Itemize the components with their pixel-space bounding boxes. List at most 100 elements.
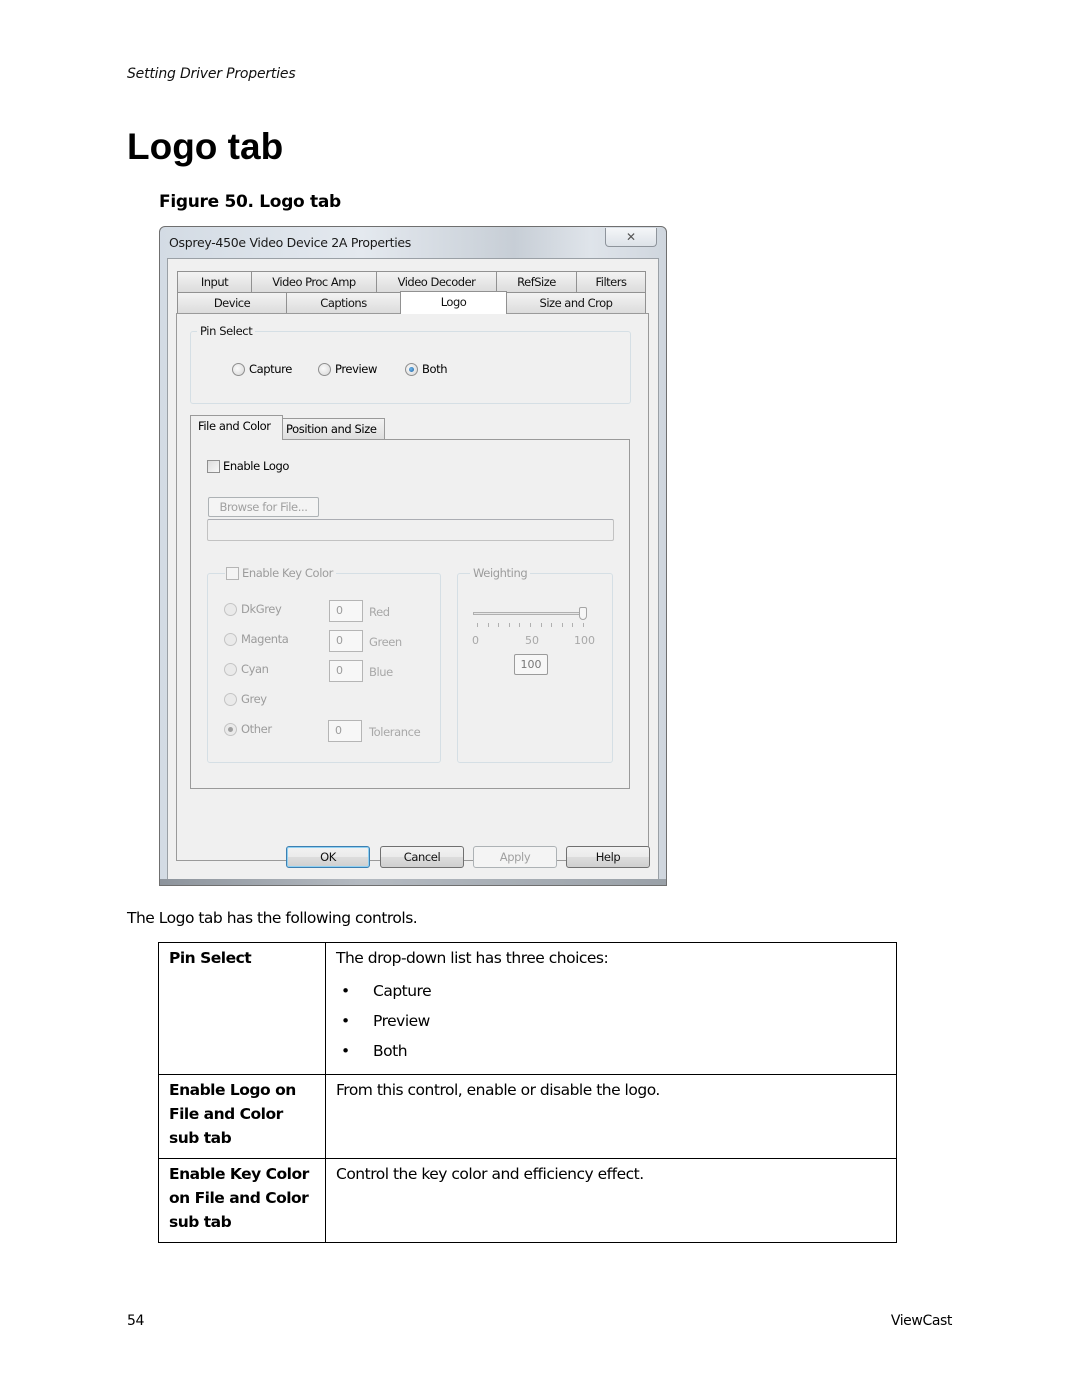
figure-caption: Figure 50. Logo tab <box>159 192 341 212</box>
weighting-min-label: 0 <box>472 634 479 647</box>
logo-file-path-field[interactable] <box>207 519 614 541</box>
table-row: Enable Logo on File and Color sub tab Fr… <box>158 1074 897 1159</box>
weighting-max-label: 100 <box>574 634 595 647</box>
radio-grey-label: Grey <box>241 692 267 706</box>
subtab-position-and-size[interactable]: Position and Size <box>281 418 385 439</box>
ok-button[interactable]: OK <box>286 846 370 868</box>
description-text: The drop-down list has three choices: <box>336 949 609 967</box>
radio-indicator <box>224 662 237 676</box>
tab-video-decoder[interactable]: Video Decoder <box>376 271 497 292</box>
radio-magenta[interactable]: Magenta <box>224 632 289 646</box>
table-row: Enable Key Color on File and Color sub t… <box>158 1158 897 1243</box>
radio-dkgrey-label: DkGrey <box>241 602 282 616</box>
red-value-field[interactable]: 0 <box>329 600 363 622</box>
weighting-value-field[interactable]: 100 <box>514 654 548 675</box>
enable-logo-checkbox[interactable]: Enable Logo <box>207 459 289 473</box>
enable-logo-label: Enable Logo <box>223 459 290 473</box>
control-term: Pin Select <box>158 942 326 1075</box>
slider-tick <box>583 623 584 627</box>
logo-tab-panel: Pin Select Capture Preview Both File and… <box>176 313 649 861</box>
radio-cyan-label: Cyan <box>241 662 269 676</box>
tab-refsize[interactable]: RefSize <box>496 271 577 292</box>
control-description: The drop-down list has three choices: Ca… <box>325 942 897 1075</box>
cancel-button[interactable]: Cancel <box>380 846 464 868</box>
slider-tick <box>551 623 553 627</box>
radio-both[interactable]: Both <box>405 362 448 376</box>
slider-tick <box>530 623 531 627</box>
tab-row-2: Device Captions Logo Size and Crop <box>177 291 646 314</box>
radio-indicator <box>224 602 237 616</box>
radio-preview-label: Preview <box>335 362 377 376</box>
slider-tick <box>508 623 510 627</box>
radio-indicator-checked <box>224 722 237 736</box>
control-term: Enable Key Color on File and Color sub t… <box>158 1158 326 1243</box>
tab-row-1: Input Video Proc Amp Video Decoder RefSi… <box>177 271 646 292</box>
browse-for-file-button[interactable]: Browse for File... <box>208 497 319 517</box>
tab-size-and-crop[interactable]: Size and Crop <box>506 292 646 313</box>
apply-button[interactable]: Apply <box>473 846 557 868</box>
tab-filters[interactable]: Filters <box>576 271 646 292</box>
list-item: Capture <box>336 976 886 1006</box>
slider-tick <box>561 623 563 627</box>
checkbox-box <box>226 566 239 580</box>
tab-logo[interactable]: Logo <box>400 291 507 314</box>
control-term: Enable Logo on File and Color sub tab <box>158 1074 326 1159</box>
properties-dialog: Osprey-450e Video Device 2A Properties ✕… <box>159 226 667 886</box>
radio-indicator <box>224 632 237 646</box>
radio-cyan[interactable]: Cyan <box>224 662 269 676</box>
dialog-title: Osprey-450e Video Device 2A Properties <box>169 235 412 250</box>
choice-list: Capture Preview Both <box>336 976 886 1066</box>
tab-device[interactable]: Device <box>177 292 287 313</box>
controls-table: Pin Select The drop-down list has three … <box>158 942 897 1243</box>
blue-label: Blue <box>369 665 393 679</box>
slider-tick <box>540 623 542 627</box>
subtab-file-and-color[interactable]: File and Color <box>190 415 283 440</box>
page-number: 54 <box>127 1313 145 1329</box>
title-bar[interactable]: Osprey-450e Video Device 2A Properties ✕ <box>160 227 666 257</box>
dialog-client-area: Input Video Proc Amp Video Decoder RefSi… <box>167 258 659 880</box>
slider-tick <box>519 623 521 627</box>
radio-both-label: Both <box>422 362 448 376</box>
list-item: Preview <box>336 1006 886 1036</box>
radio-grey[interactable]: Grey <box>224 692 267 706</box>
checkbox-box <box>207 459 220 473</box>
radio-preview[interactable]: Preview <box>318 362 377 376</box>
red-label: Red <box>369 605 390 619</box>
weighting-slider[interactable] <box>473 607 587 637</box>
radio-capture[interactable]: Capture <box>232 362 292 376</box>
radio-indicator <box>232 362 245 376</box>
radio-other[interactable]: Other <box>224 722 272 736</box>
enable-key-color-checkbox[interactable]: Enable Key Color <box>225 566 336 580</box>
running-header: Setting Driver Properties <box>127 66 296 82</box>
radio-indicator <box>224 692 237 706</box>
list-item: Both <box>336 1036 886 1066</box>
tolerance-label: Tolerance <box>369 725 421 739</box>
radio-capture-label: Capture <box>249 362 292 376</box>
tab-captions[interactable]: Captions <box>286 292 401 313</box>
footer-brand: ViewCast <box>890 1313 953 1329</box>
weighting-group: Weighting 0 50 100 100 <box>457 566 613 763</box>
slider-tick <box>498 623 500 627</box>
green-value-field[interactable]: 0 <box>329 630 363 652</box>
slider-tick <box>477 623 478 627</box>
tab-input[interactable]: Input <box>177 271 252 292</box>
radio-magenta-label: Magenta <box>241 632 289 646</box>
enable-key-color-label: Enable Key Color <box>242 566 333 580</box>
control-description: Control the key color and efficiency eff… <box>325 1158 897 1243</box>
slider-track <box>473 612 587 615</box>
control-description: From this control, enable or disable the… <box>325 1074 897 1159</box>
file-and-color-panel: Enable Logo Browse for File... Enable Ke… <box>190 439 630 789</box>
tolerance-value-field[interactable]: 0 <box>328 720 362 742</box>
intro-text: The Logo tab has the following controls. <box>127 909 418 927</box>
pin-select-legend: Pin Select <box>197 324 256 338</box>
close-icon: ✕ <box>625 230 637 244</box>
close-button[interactable]: ✕ <box>605 228 657 247</box>
blue-value-field[interactable]: 0 <box>329 660 363 682</box>
slider-thumb[interactable] <box>579 607 587 620</box>
radio-dkgrey[interactable]: DkGrey <box>224 602 282 616</box>
help-button[interactable]: Help <box>566 846 650 868</box>
tab-video-proc-amp[interactable]: Video Proc Amp <box>251 271 377 292</box>
radio-indicator-checked <box>405 362 418 376</box>
green-label: Green <box>369 635 402 649</box>
radio-indicator <box>318 362 331 376</box>
